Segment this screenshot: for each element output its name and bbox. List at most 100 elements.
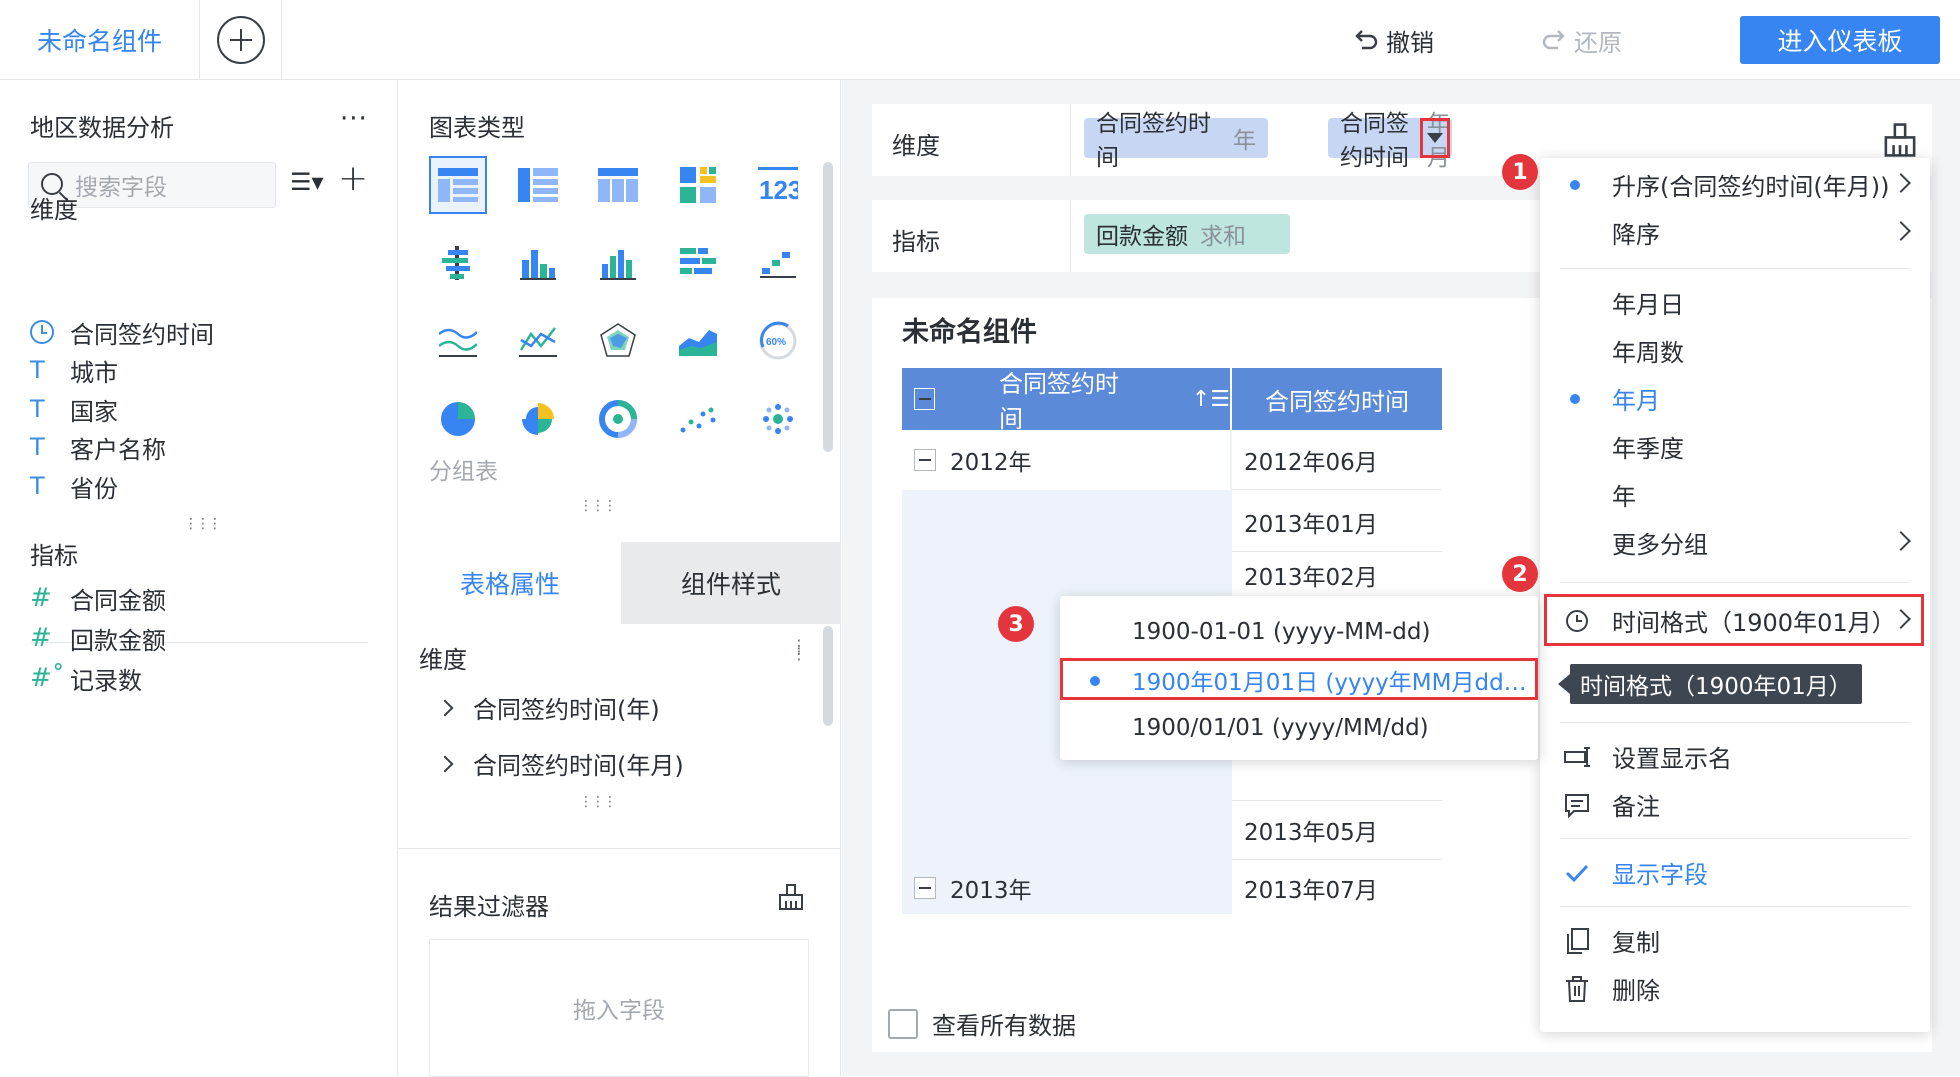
dimension-row[interactable]: 合同签约时间(年) (436, 690, 660, 725)
menu-label: 年月 (1612, 386, 1660, 415)
gauge-type[interactable]: 60% (749, 312, 807, 370)
dimension-field[interactable]: T 国家 (30, 389, 118, 429)
resize-grip-icon[interactable]: ⋮⋮⋮ (579, 794, 617, 810)
clear-broom-icon[interactable] (1882, 122, 1918, 158)
horizontal-stack-type[interactable] (669, 234, 727, 292)
collapse-icon[interactable] (914, 449, 936, 471)
color-table-type[interactable] (669, 156, 727, 214)
pie-type[interactable] (429, 390, 487, 448)
column-header-label: 合同签约时间 (999, 370, 1119, 433)
scrollbar[interactable] (823, 162, 833, 452)
field-sort-icon[interactable]: ☰▾ (290, 168, 324, 196)
menu-label: 更多分组 (1612, 530, 1708, 559)
grouped-bar-type[interactable] (589, 234, 647, 292)
column-header[interactable]: 合同签约时间 (1232, 368, 1442, 430)
rose-type[interactable] (509, 390, 567, 448)
menu-item-note[interactable]: 备注 (1540, 780, 1930, 828)
kpi-type[interactable]: 123 (749, 156, 807, 214)
donut-type[interactable] (589, 390, 647, 448)
dimension-pill-year[interactable]: 合同签约时间年 (1084, 111, 1268, 171)
measure-field[interactable]: # 合同金额 (30, 578, 166, 618)
dimension-field[interactable]: T 城市 (30, 350, 118, 390)
undo-button[interactable]: 撤销 (1352, 18, 1434, 62)
tab-table-properties[interactable]: 表格属性 (399, 542, 621, 624)
table-cell: 2013年02月 (1244, 565, 1378, 591)
vertical-grip-icon[interactable]: ⋮ ⋮ (791, 638, 807, 662)
more-icon[interactable]: ··· (340, 104, 368, 134)
redo-button[interactable]: 还原 (1540, 18, 1622, 62)
pill-dropdown-button[interactable] (1420, 118, 1450, 158)
column-header[interactable]: 合同签约时间 ↑☰ (902, 368, 1230, 433)
enter-dashboard-button[interactable]: 进入仪表板 (1740, 16, 1940, 64)
time-format-option[interactable]: 1900/01/01 (yyyy/MM/dd) (1060, 704, 1538, 752)
measure-pill[interactable]: 回款金额 求和 (1084, 214, 1290, 254)
dimension-row[interactable]: 合同签约时间(年月) (436, 746, 684, 781)
field-context-menu: 升序(合同签约时间(年月)) 降序 年月日 年周数 年月 年季度 年 更多分组 … (1540, 158, 1930, 1032)
detail-table-type[interactable] (509, 156, 567, 214)
line-type[interactable] (429, 312, 487, 370)
menu-label: 复制 (1612, 928, 1660, 957)
add-tab-button[interactable] (200, 0, 282, 80)
collapse-icon[interactable] (914, 388, 935, 410)
menu-item-set-display-name[interactable]: 设置显示名 (1540, 732, 1930, 780)
bubble-icon (763, 404, 793, 434)
group-table-type[interactable] (429, 156, 487, 214)
measure-field[interactable]: # 回款金额 (30, 618, 166, 658)
menu-item-year-week[interactable]: 年周数 (1540, 326, 1930, 374)
menu-item-year-month[interactable]: 年月 (1540, 374, 1930, 422)
menu-label: 年 (1612, 482, 1636, 511)
tab-component-style[interactable]: 组件样式 (621, 542, 841, 624)
dimension-field[interactable]: T 客户名称 (30, 427, 166, 467)
table-cell: 2013年07月 (1244, 878, 1378, 904)
menu-item-more-grouping[interactable]: 更多分组 (1540, 518, 1930, 566)
area-type[interactable] (669, 312, 727, 370)
filter-drop-zone[interactable]: 拖入字段 (429, 939, 809, 1077)
measure-field[interactable]: #˚ 记录数 (30, 658, 142, 698)
menu-separator (1560, 582, 1910, 583)
radar-type[interactable] (589, 312, 647, 370)
bar-type[interactable] (509, 234, 567, 292)
menu-item-year-quarter[interactable]: 年季度 (1540, 422, 1930, 470)
resize-grip-icon[interactable]: ⋮⋮⋮ (184, 516, 222, 532)
dimension-field[interactable]: 合同签约时间 (30, 312, 214, 352)
add-field-icon[interactable]: + (338, 158, 368, 199)
menu-label: 备注 (1612, 792, 1660, 821)
line-chart-icon (439, 328, 477, 357)
stacked-bar-type[interactable] (429, 234, 487, 292)
step-bar-type[interactable] (749, 234, 807, 292)
pie-chart-icon (441, 402, 475, 436)
menu-item-descending[interactable]: 降序 (1540, 208, 1930, 256)
bubble-type[interactable] (749, 390, 807, 448)
time-format-option[interactable]: 1900-01-01 (yyyy-MM-dd) (1060, 608, 1538, 656)
gauge-icon: 60% (759, 321, 797, 360)
checkbox[interactable] (888, 1008, 918, 1039)
tab-unnamed-component[interactable]: 未命名组件 (0, 0, 200, 80)
menu-item-delete[interactable]: 删除 (1540, 964, 1930, 1012)
menu-item-year[interactable]: 年 (1540, 470, 1930, 518)
menu-item-ascending[interactable]: 升序(合同签约时间(年月)) (1540, 160, 1930, 208)
top-bar: 未命名组件 撤销 还原 进入仪表板 (0, 0, 1960, 80)
menu-item-show-field[interactable]: 显示字段 (1540, 848, 1930, 896)
line-point-type[interactable] (509, 312, 567, 370)
cross-table-type[interactable] (589, 156, 647, 214)
menu-label: 降序 (1612, 220, 1660, 249)
menu-label: 设置显示名 (1612, 744, 1732, 773)
scrollbar[interactable] (823, 626, 833, 726)
sort-icon[interactable]: ↑☰ (1192, 387, 1230, 412)
resize-grip-icon[interactable]: ⋮⋮⋮ (579, 498, 617, 514)
dimension-field[interactable]: T 省份 (30, 466, 118, 506)
highlight-box (1544, 594, 1924, 646)
trash-icon (1566, 976, 1588, 1002)
view-all-data-checkbox[interactable]: 查看所有数据 (888, 1006, 1076, 1041)
radar-icon (600, 323, 636, 357)
menu-item-ymd[interactable]: 年月日 (1540, 278, 1930, 326)
divider (1070, 200, 1071, 272)
clear-broom-icon[interactable] (777, 883, 805, 911)
chart-config-panel: 图表类型 123 60% 分组表 ⋮⋮⋮ ⋮ ⋮ 表格属性 组件样式 维度 合同… (399, 80, 841, 1077)
dataset-title: 地区数据分析 (30, 114, 174, 142)
redo-label: 还原 (1574, 28, 1622, 57)
scatter-type[interactable] (669, 390, 727, 448)
menu-item-copy[interactable]: 复制 (1540, 916, 1930, 964)
pill-name: 合同签约时间 (1096, 111, 1211, 171)
collapse-icon[interactable] (914, 877, 936, 899)
